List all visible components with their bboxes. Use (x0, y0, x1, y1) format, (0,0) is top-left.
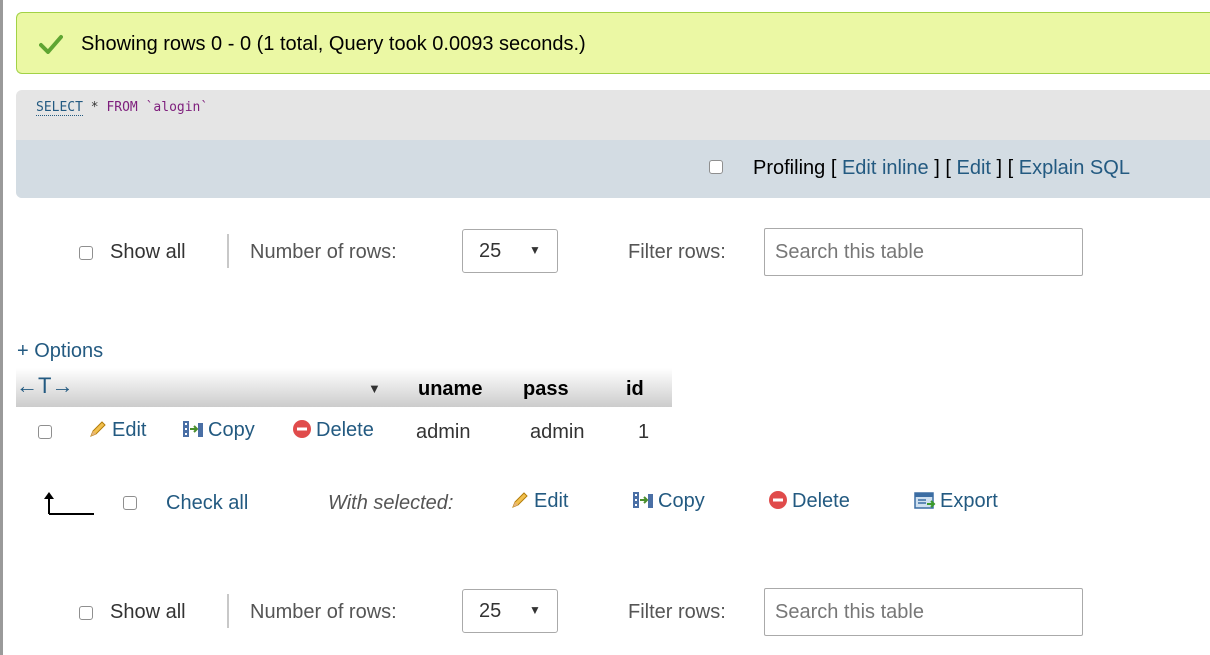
filter-search-input[interactable] (764, 588, 1083, 636)
table-header: ←T→ ▼ uname pass id (16, 368, 672, 407)
explain-sql-link[interactable]: Explain SQL (1019, 157, 1130, 179)
copy-icon (183, 421, 203, 437)
options-link[interactable]: + Options (17, 340, 103, 363)
divider (227, 594, 229, 628)
sql-tools: Profiling [ Edit inline ] [ Edit ] [ Exp… (753, 157, 1130, 180)
row-delete-label: Delete (316, 419, 374, 441)
check-all-label[interactable]: Check all (166, 492, 248, 515)
delete-icon (769, 491, 787, 509)
row-copy-button[interactable]: Copy (182, 419, 255, 442)
table-row: Edit Copy Delete admin admin 1 (16, 415, 716, 451)
column-resize-arrows[interactable]: ←T→ (16, 373, 73, 399)
show-all-checkbox[interactable] (79, 246, 93, 260)
bracket: [ (1007, 157, 1014, 179)
filter-label: Filter rows: (628, 241, 726, 263)
bracket: ] (934, 157, 940, 179)
chevron-down-icon: ▼ (529, 243, 541, 257)
sql-table-name: `alogin` (145, 100, 209, 115)
bracket: [ (830, 157, 837, 179)
bulk-copy-button[interactable]: Copy (632, 490, 705, 513)
rows-select-value: 25 (479, 600, 502, 622)
row-delete-button[interactable]: Delete (292, 419, 374, 442)
row-edit-label: Edit (112, 419, 147, 441)
bracket: ] (996, 157, 1003, 179)
rows-select[interactable]: 25 ▼ (462, 229, 558, 273)
bulk-export-button[interactable]: Export (914, 490, 998, 513)
check-all-checkbox[interactable] (123, 496, 137, 510)
row-copy-label: Copy (208, 419, 255, 441)
success-message: Showing rows 0 - 0 (1 total, Query took … (16, 12, 1210, 74)
sql-from-keyword: FROM (106, 100, 138, 115)
edit-inline-link[interactable]: Edit inline (842, 157, 929, 179)
sql-query: SELECT * FROM `alogin` (36, 100, 209, 116)
arrow-up-icon (44, 492, 94, 515)
sql-star: * (90, 100, 99, 115)
row-edit-button[interactable]: Edit (88, 419, 146, 442)
column-header-id[interactable]: id (626, 378, 644, 401)
filter-search-input[interactable] (764, 228, 1083, 276)
pencil-icon (512, 492, 528, 508)
show-all-label[interactable]: Show all (110, 241, 186, 264)
success-message-text: Showing rows 0 - 0 (1 total, Query took … (81, 33, 586, 55)
bulk-actions-bar: Check all With selected: Edit Copy Delet… (0, 486, 1210, 526)
cell-uname: admin (416, 421, 471, 443)
check-icon (39, 35, 63, 54)
bulk-export-label: Export (940, 490, 998, 512)
show-all-label[interactable]: Show all (110, 601, 186, 624)
rows-select[interactable]: 25 ▼ (462, 589, 558, 633)
bulk-delete-button[interactable]: Delete (768, 490, 850, 513)
sql-tools-bar: Profiling [ Edit inline ] [ Edit ] [ Exp… (16, 140, 1210, 198)
cell-pass: admin (530, 421, 585, 443)
chevron-down-icon: ▼ (529, 603, 541, 617)
sort-dropdown-icon[interactable]: ▼ (368, 381, 381, 396)
edit-sql-link[interactable]: Edit (956, 157, 990, 179)
column-header-uname[interactable]: uname (418, 378, 482, 401)
export-icon (914, 492, 936, 509)
rows-label: Number of rows: (250, 601, 397, 623)
sql-query-box: SELECT * FROM `alogin` Profiling [ Edit … (16, 90, 1210, 198)
rows-label: Number of rows: (250, 241, 397, 263)
left-border (0, 0, 3, 655)
row-checkbox[interactable] (38, 425, 52, 439)
divider (227, 234, 229, 268)
column-header-pass[interactable]: pass (523, 378, 569, 401)
filter-label: Filter rows: (628, 601, 726, 623)
show-all-checkbox[interactable] (79, 606, 93, 620)
with-selected-label: With selected: (328, 492, 454, 514)
pencil-icon (90, 421, 106, 437)
bulk-delete-label: Delete (792, 490, 850, 512)
nav-bottom: Show all Number of rows: 25 ▼ Filter row… (0, 588, 1210, 638)
bracket: [ (945, 157, 951, 179)
profiling-label: Profiling (753, 157, 826, 179)
rows-select-value: 25 (479, 240, 502, 262)
bulk-copy-label: Copy (658, 490, 705, 512)
sql-select-keyword[interactable]: SELECT (36, 100, 83, 116)
profiling-checkbox[interactable] (709, 160, 723, 174)
nav-top: Show all Number of rows: 25 ▼ Filter row… (0, 228, 1210, 278)
delete-icon (293, 420, 311, 438)
copy-icon (633, 492, 653, 508)
cell-id: 1 (638, 421, 650, 443)
bulk-edit-button[interactable]: Edit (510, 490, 568, 513)
bulk-edit-label: Edit (534, 490, 569, 512)
